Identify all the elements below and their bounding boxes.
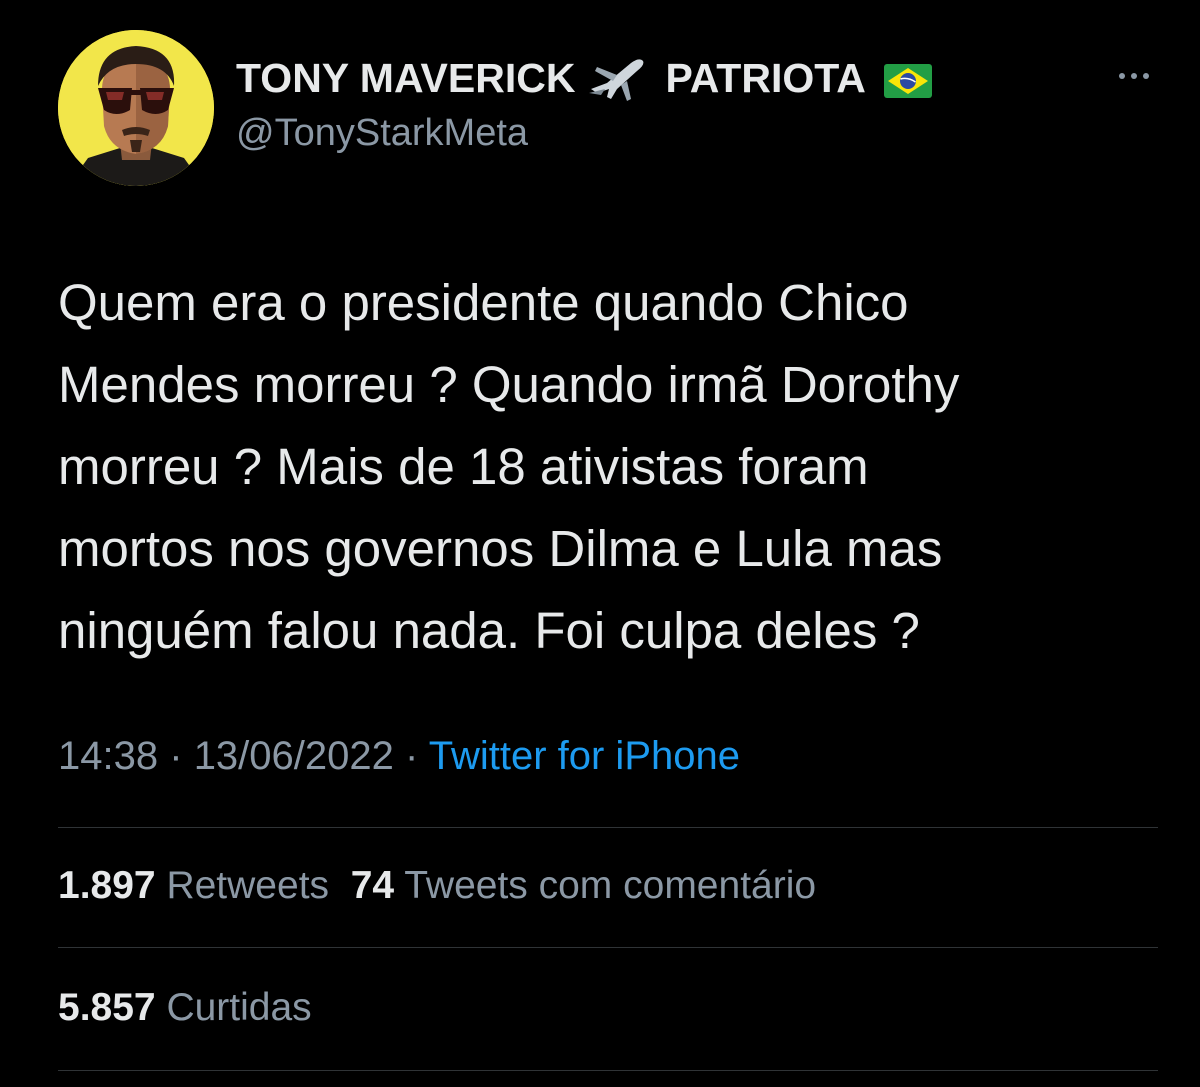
tweet-time[interactable]: 14:38 [58, 734, 158, 778]
tweet-date[interactable]: 13/06/2022 [194, 734, 394, 778]
display-name-part2: PATRIOTA [665, 54, 866, 101]
user-handle[interactable]: @TonyStarkMeta [236, 112, 528, 155]
separator: · [169, 734, 183, 778]
display-name-part1: TONY MAVERICK [236, 54, 576, 101]
likes-label: Curtidas [166, 986, 312, 1029]
separator: · [405, 734, 419, 778]
tweet: TONY MAVERICK PATRIOTA @TonyStarkMeta Qu… [0, 0, 1200, 1087]
display-name[interactable]: TONY MAVERICK PATRIOTA [236, 52, 932, 104]
tweet-text-line: mortos nos governos Dilma e Lula mas [58, 520, 943, 577]
tweet-source-link[interactable]: Twitter for iPhone [429, 734, 740, 778]
retweets-label: Retweets [166, 864, 330, 907]
retweets-count: 1.897 [58, 864, 156, 907]
retweet-stats-row: 1.897 Retweets 74 Tweets com comentário [58, 864, 816, 908]
quote-tweets-stat[interactable]: 74 Tweets com comentário [351, 864, 816, 907]
tweet-timestamp-row: 14:38 · 13/06/2022 · Twitter for iPhone [58, 734, 740, 779]
quote-tweets-label: Tweets com comentário [404, 864, 817, 907]
likes-count: 5.857 [58, 986, 156, 1029]
more-options-icon[interactable] [1110, 58, 1158, 94]
tweet-text: Quem era o presidente quando Chico Mende… [58, 262, 1168, 672]
likes-stat[interactable]: 5.857 Curtidas [58, 986, 312, 1029]
tweet-text-line: Mendes morreu ? Quando irmã Dorothy [58, 356, 960, 413]
dot [1131, 73, 1137, 79]
divider [58, 827, 1158, 828]
tweet-text-line: ninguém falou nada. Foi culpa deles ? [58, 602, 920, 659]
dot [1143, 73, 1149, 79]
airplane-icon [587, 53, 649, 103]
retweets-stat[interactable]: 1.897 Retweets [58, 864, 329, 907]
brazil-flag-icon [883, 61, 932, 98]
avatar[interactable] [58, 30, 214, 186]
avatar-illustration [58, 30, 214, 186]
quote-tweets-count: 74 [350, 864, 395, 907]
tweet-text-line: morreu ? Mais de 18 ativistas foram [58, 438, 869, 495]
divider [58, 1070, 1158, 1071]
tweet-text-line: Quem era o presidente quando Chico [58, 274, 909, 331]
dot [1119, 73, 1125, 79]
divider [58, 947, 1158, 948]
likes-stats-row: 5.857 Curtidas [58, 986, 312, 1030]
